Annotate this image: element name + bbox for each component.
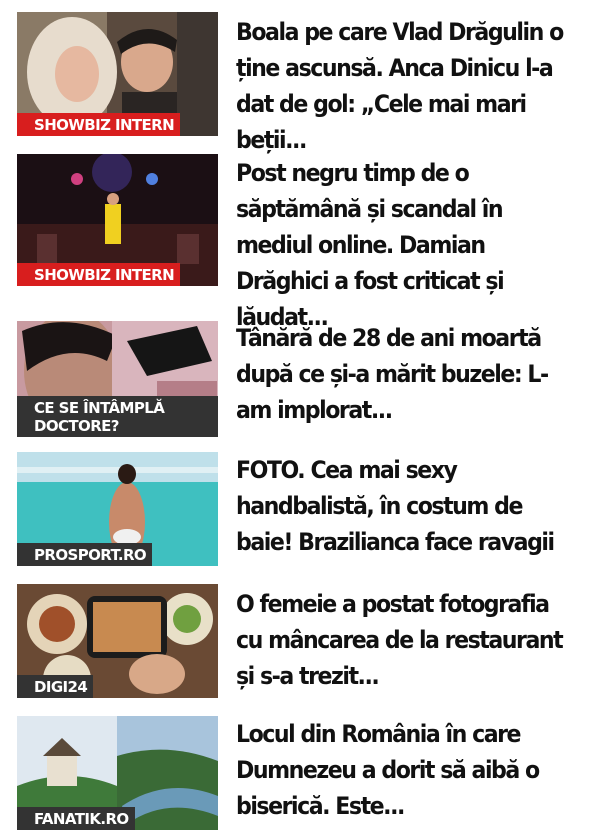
article-title[interactable]: Boala pe care Vlad Drăgulin o ține ascun… [236, 14, 569, 158]
category-badge: DIGI24 [17, 675, 94, 698]
category-badge: SHOWBIZ INTERN [17, 263, 181, 286]
article-card[interactable]: SHOWBIZ INTERN Post negru timp de o săpt… [0, 150, 606, 331]
article-card[interactable]: DIGI24 O femeie a postat fotografia cu m… [0, 584, 606, 708]
category-badge: PROSPORT.RO [17, 543, 153, 566]
category-badge: SHOWBIZ INTERN [17, 113, 181, 136]
article-thumbnail[interactable]: DIGI24 [17, 584, 218, 698]
article-title[interactable]: O femeie a postat fotografia cu mâncarea… [236, 586, 569, 694]
category-badge: FANATIK.RO [17, 807, 135, 830]
article-card[interactable]: PROSPORT.RO FOTO. Cea mai sexy handbalis… [0, 452, 606, 576]
article-card[interactable]: FANATIK.RO Locul din România în care Dum… [0, 716, 606, 840]
article-card[interactable]: CE SE ÎNTÂMPLĂ DOCTORE? Tânără de 28 de … [0, 318, 606, 442]
article-thumbnail[interactable]: SHOWBIZ INTERN [17, 12, 218, 136]
article-thumbnail[interactable]: CE SE ÎNTÂMPLĂ DOCTORE? [17, 321, 218, 437]
article-card[interactable]: SHOWBIZ INTERN Boala pe care Vlad Drăgul… [0, 0, 606, 154]
article-title[interactable]: FOTO. Cea mai sexy handbalistă, în costu… [236, 452, 569, 560]
article-thumbnail[interactable]: PROSPORT.RO [17, 452, 218, 566]
article-thumbnail[interactable]: SHOWBIZ INTERN [17, 154, 218, 286]
article-title[interactable]: Locul din România în care Dumnezeu a dor… [236, 716, 569, 824]
article-title[interactable]: Post negru timp de o săptămână și scanda… [236, 155, 569, 335]
article-title[interactable]: Tânără de 28 de ani moartă după ce și-a … [236, 320, 569, 428]
article-thumbnail[interactable]: FANATIK.RO [17, 716, 218, 830]
category-badge: CE SE ÎNTÂMPLĂ DOCTORE? [17, 396, 218, 437]
